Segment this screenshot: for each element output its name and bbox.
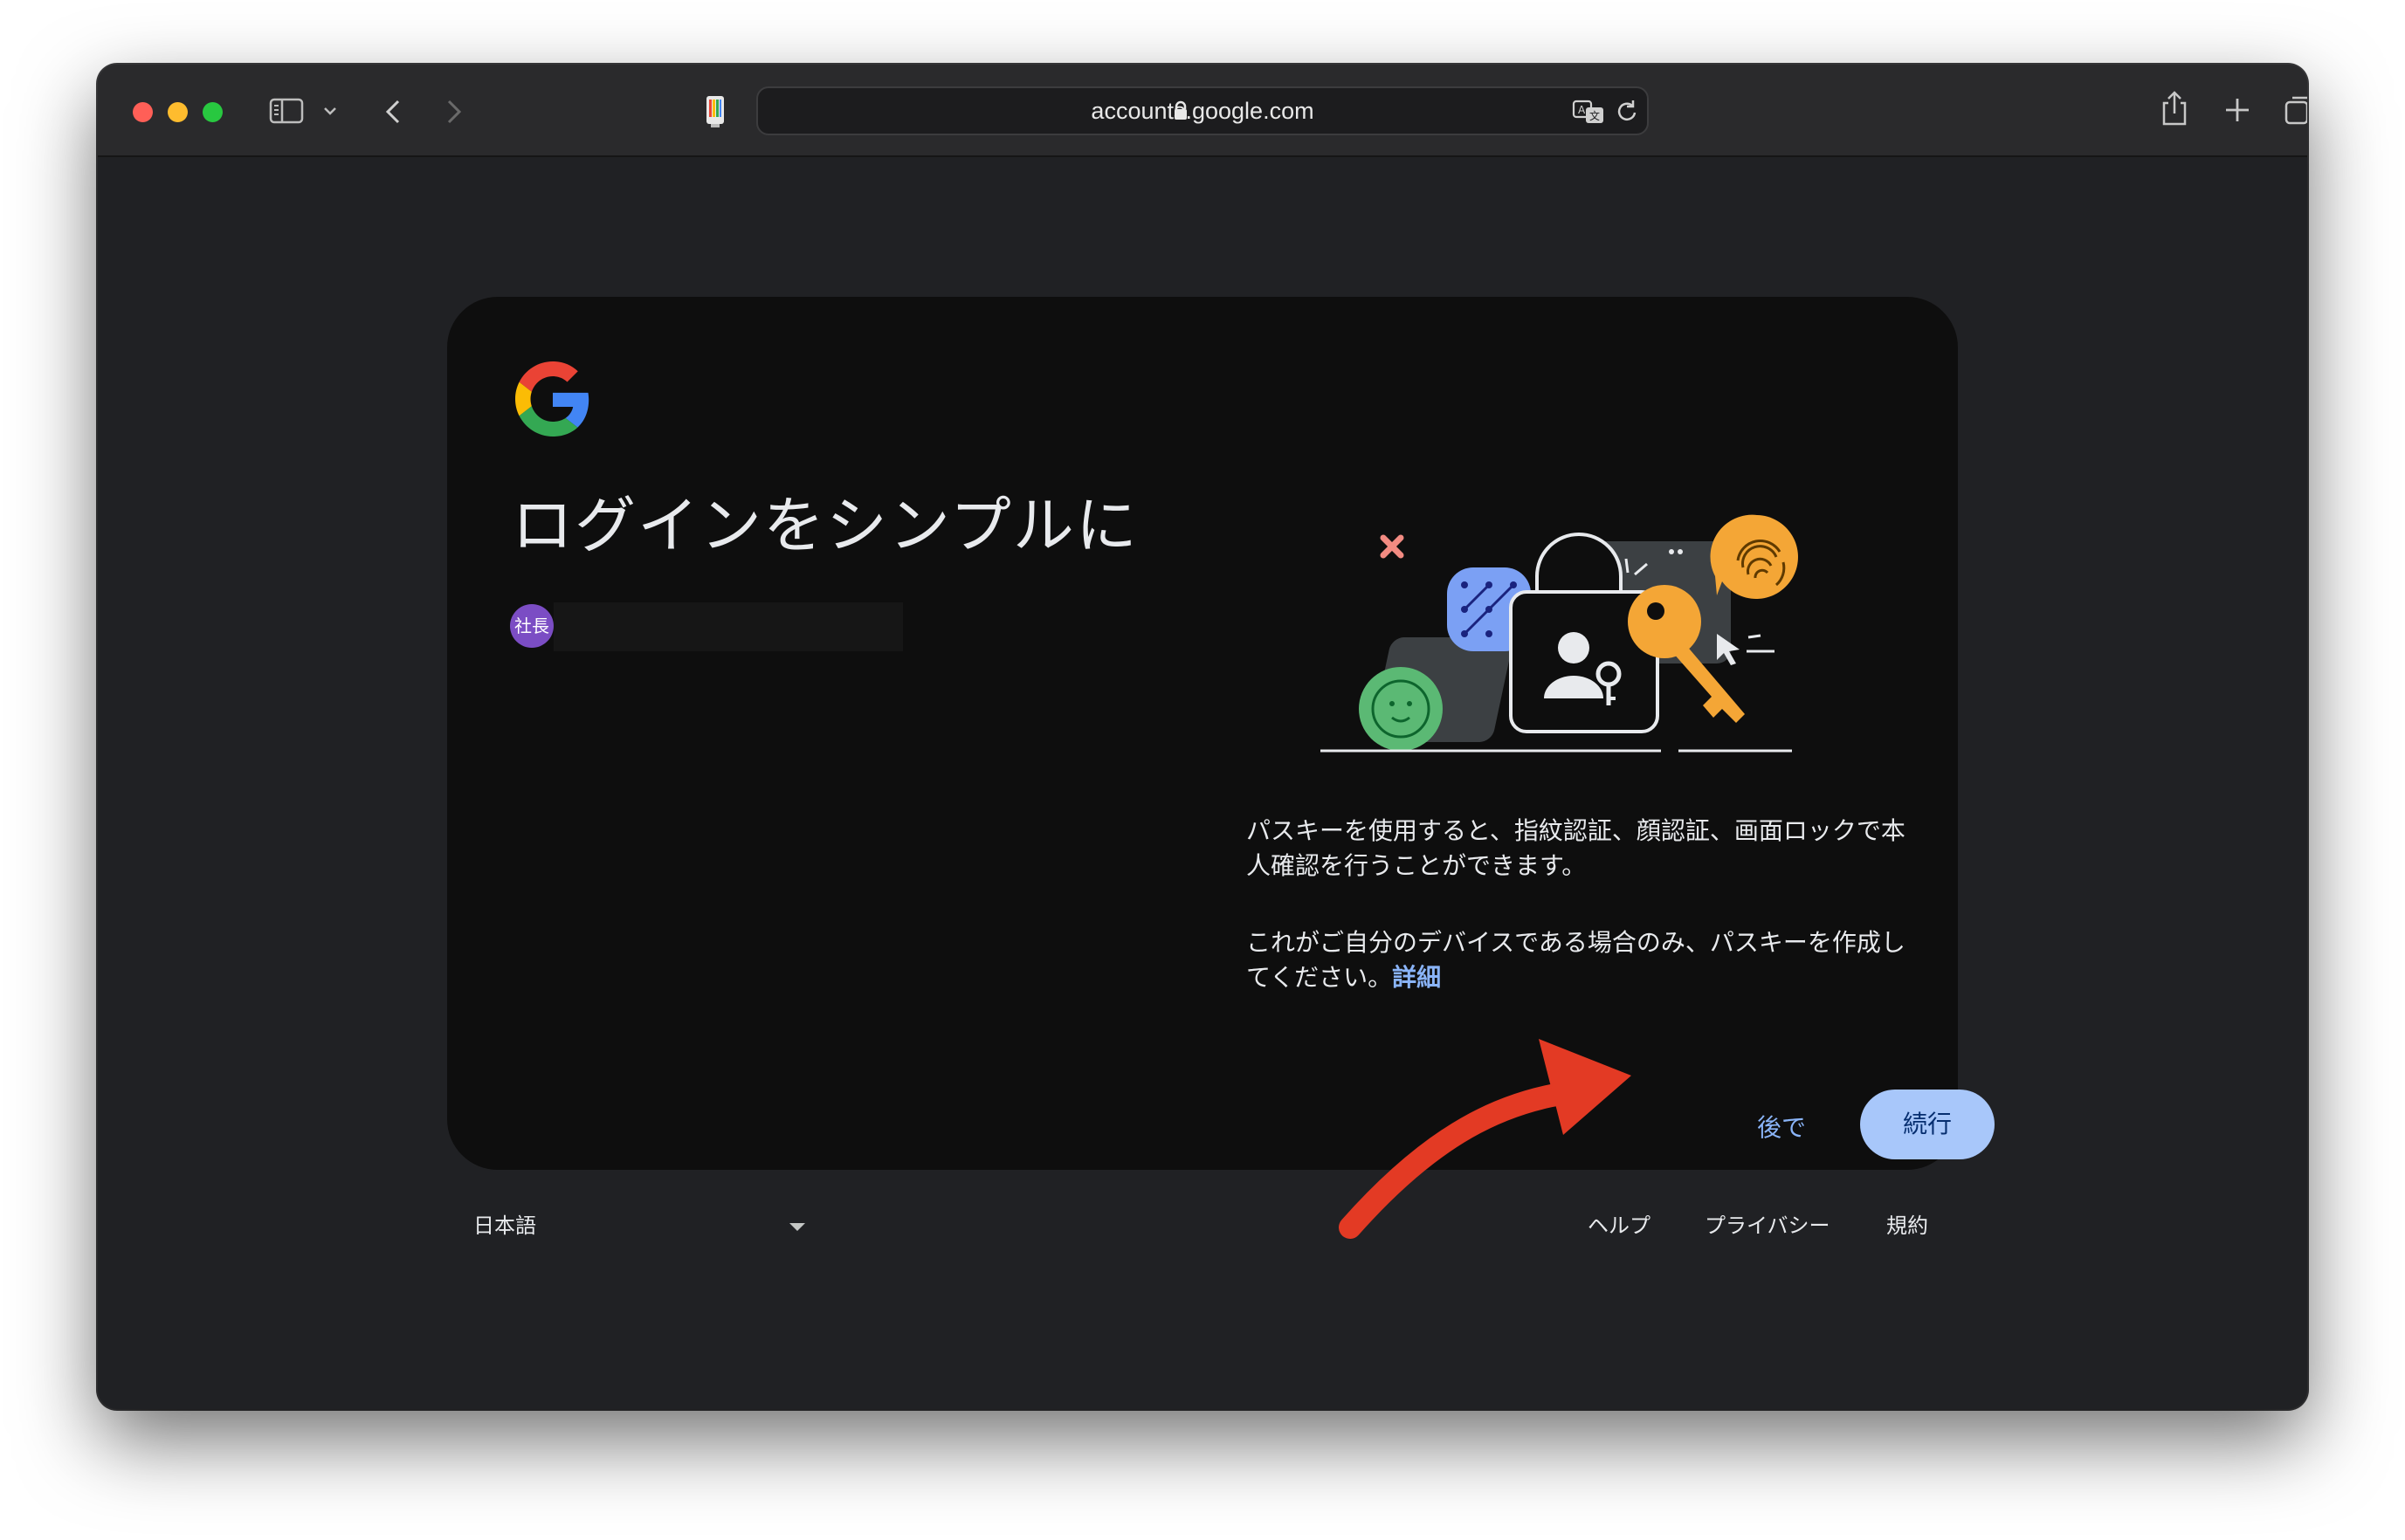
annotation-arrow-icon [1339,1039,1631,1239]
